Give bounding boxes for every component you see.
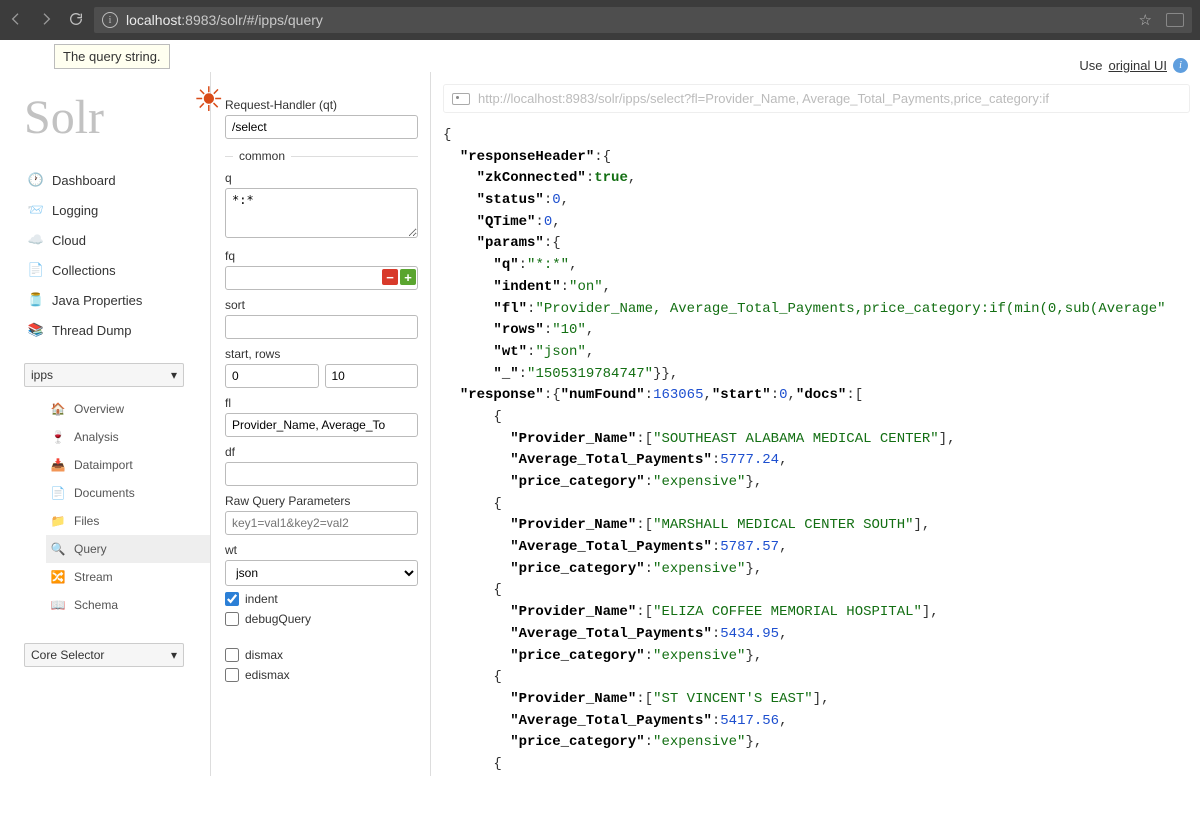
- fq-label: fq: [225, 249, 418, 263]
- nav-dashboard[interactable]: 🕐Dashboard: [24, 165, 210, 195]
- browser-toolbar: i localhost:8983/solr/#/ipps/query ☆: [0, 0, 1200, 40]
- site-info-icon[interactable]: i: [102, 12, 118, 28]
- reload-icon[interactable]: [68, 11, 84, 30]
- subnav-query[interactable]: 🔍Query: [46, 535, 210, 563]
- import-icon: 📥: [50, 457, 66, 473]
- url-text: localhost:8983/solr/#/ipps/query: [126, 12, 323, 28]
- cast-icon[interactable]: [1166, 13, 1184, 27]
- edismax-label: edismax: [245, 668, 290, 682]
- rows-input[interactable]: [325, 364, 419, 388]
- bookmark-icon[interactable]: ☆: [1139, 11, 1152, 29]
- book-icon: 📖: [50, 597, 66, 613]
- nav-logging[interactable]: 📨Logging: [24, 195, 210, 225]
- tooltip: The query string.: [54, 44, 170, 69]
- qt-label: Request-Handler (qt): [225, 98, 418, 112]
- folder-icon: 📁: [50, 513, 66, 529]
- documents-icon: 📄: [50, 485, 66, 501]
- subnav-overview[interactable]: 🏠Overview: [46, 395, 210, 423]
- nav-java-properties[interactable]: 🫙Java Properties: [24, 285, 210, 315]
- sidebar: Solr☀ 🕐Dashboard 📨Logging ☁️Cloud 📄Colle…: [0, 72, 210, 776]
- wt-label: wt: [225, 543, 418, 557]
- subnav-documents[interactable]: 📄Documents: [46, 479, 210, 507]
- stack-icon: 📚: [28, 322, 44, 338]
- original-ui-anchor[interactable]: original UI: [1108, 58, 1167, 73]
- cloud-icon: ☁️: [28, 232, 44, 248]
- chevron-down-icon: ▾: [171, 648, 177, 662]
- nav-thread-dump[interactable]: 📚Thread Dump: [24, 315, 210, 345]
- start-input[interactable]: [225, 364, 319, 388]
- gauge-icon: 🕐: [28, 172, 44, 188]
- solr-logo: Solr☀: [24, 90, 210, 145]
- back-icon[interactable]: [8, 11, 24, 30]
- dismax-label: dismax: [245, 648, 283, 662]
- nav-cloud[interactable]: ☁️Cloud: [24, 225, 210, 255]
- sort-label: sort: [225, 298, 418, 312]
- subnav-analysis[interactable]: 🍷Analysis: [46, 423, 210, 451]
- funnel-icon: 🍷: [50, 429, 66, 445]
- df-label: df: [225, 445, 418, 459]
- result-url-text: http://localhost:8983/solr/ipps/select?f…: [478, 91, 1049, 106]
- debugquery-label: debugQuery: [245, 612, 311, 626]
- common-divider: common: [225, 149, 418, 163]
- page-icon: 📄: [28, 262, 44, 278]
- debugquery-checkbox[interactable]: [225, 612, 239, 626]
- dismax-checkbox[interactable]: [225, 648, 239, 662]
- wt-select[interactable]: json: [225, 560, 418, 586]
- fl-label: fl: [225, 396, 418, 410]
- forward-icon[interactable]: [38, 11, 54, 30]
- subnav-stream[interactable]: 🔀Stream: [46, 563, 210, 591]
- result-url-box[interactable]: http://localhost:8983/solr/ipps/select?f…: [443, 84, 1190, 113]
- inbox-icon: 📨: [28, 202, 44, 218]
- q-label: q: [225, 171, 418, 185]
- logo-burst-icon: ☀: [194, 84, 224, 118]
- fl-input[interactable]: [225, 413, 418, 437]
- indent-label: indent: [245, 592, 278, 606]
- result-panel: http://localhost:8983/solr/ipps/select?f…: [430, 72, 1200, 776]
- subnav-schema[interactable]: 📖Schema: [46, 591, 210, 619]
- q-input[interactable]: [225, 188, 418, 238]
- raw-label: Raw Query Parameters: [225, 494, 418, 508]
- jar-icon: 🫙: [28, 292, 44, 308]
- edismax-checkbox[interactable]: [225, 668, 239, 682]
- sort-input[interactable]: [225, 315, 418, 339]
- stream-icon: 🔀: [50, 569, 66, 585]
- original-ui-link: Use original UI i: [1079, 58, 1188, 73]
- query-form: Request-Handler (qt) common q fq − + sor…: [210, 72, 430, 776]
- search-icon: 🔍: [50, 541, 66, 557]
- chevron-down-icon: ▾: [171, 368, 177, 382]
- indent-checkbox[interactable]: [225, 592, 239, 606]
- core-select[interactable]: ipps▾: [24, 363, 184, 387]
- subnav-dataimport[interactable]: 📥Dataimport: [46, 451, 210, 479]
- startrows-label: start, rows: [225, 347, 418, 361]
- home-icon: 🏠: [50, 401, 66, 417]
- info-icon[interactable]: i: [1173, 58, 1188, 73]
- nav-collections[interactable]: 📄Collections: [24, 255, 210, 285]
- subnav-files[interactable]: 📁Files: [46, 507, 210, 535]
- link-icon: [452, 93, 470, 105]
- json-response: { "responseHeader":{ "zkConnected":true,…: [443, 125, 1190, 776]
- fq-add-button[interactable]: +: [400, 269, 416, 285]
- qt-input[interactable]: [225, 115, 418, 139]
- address-bar[interactable]: i localhost:8983/solr/#/ipps/query ☆: [94, 7, 1192, 33]
- df-input[interactable]: [225, 462, 418, 486]
- fq-remove-button[interactable]: −: [382, 269, 398, 285]
- core-selector-dropdown[interactable]: Core Selector▾: [24, 643, 184, 667]
- raw-input[interactable]: [225, 511, 418, 535]
